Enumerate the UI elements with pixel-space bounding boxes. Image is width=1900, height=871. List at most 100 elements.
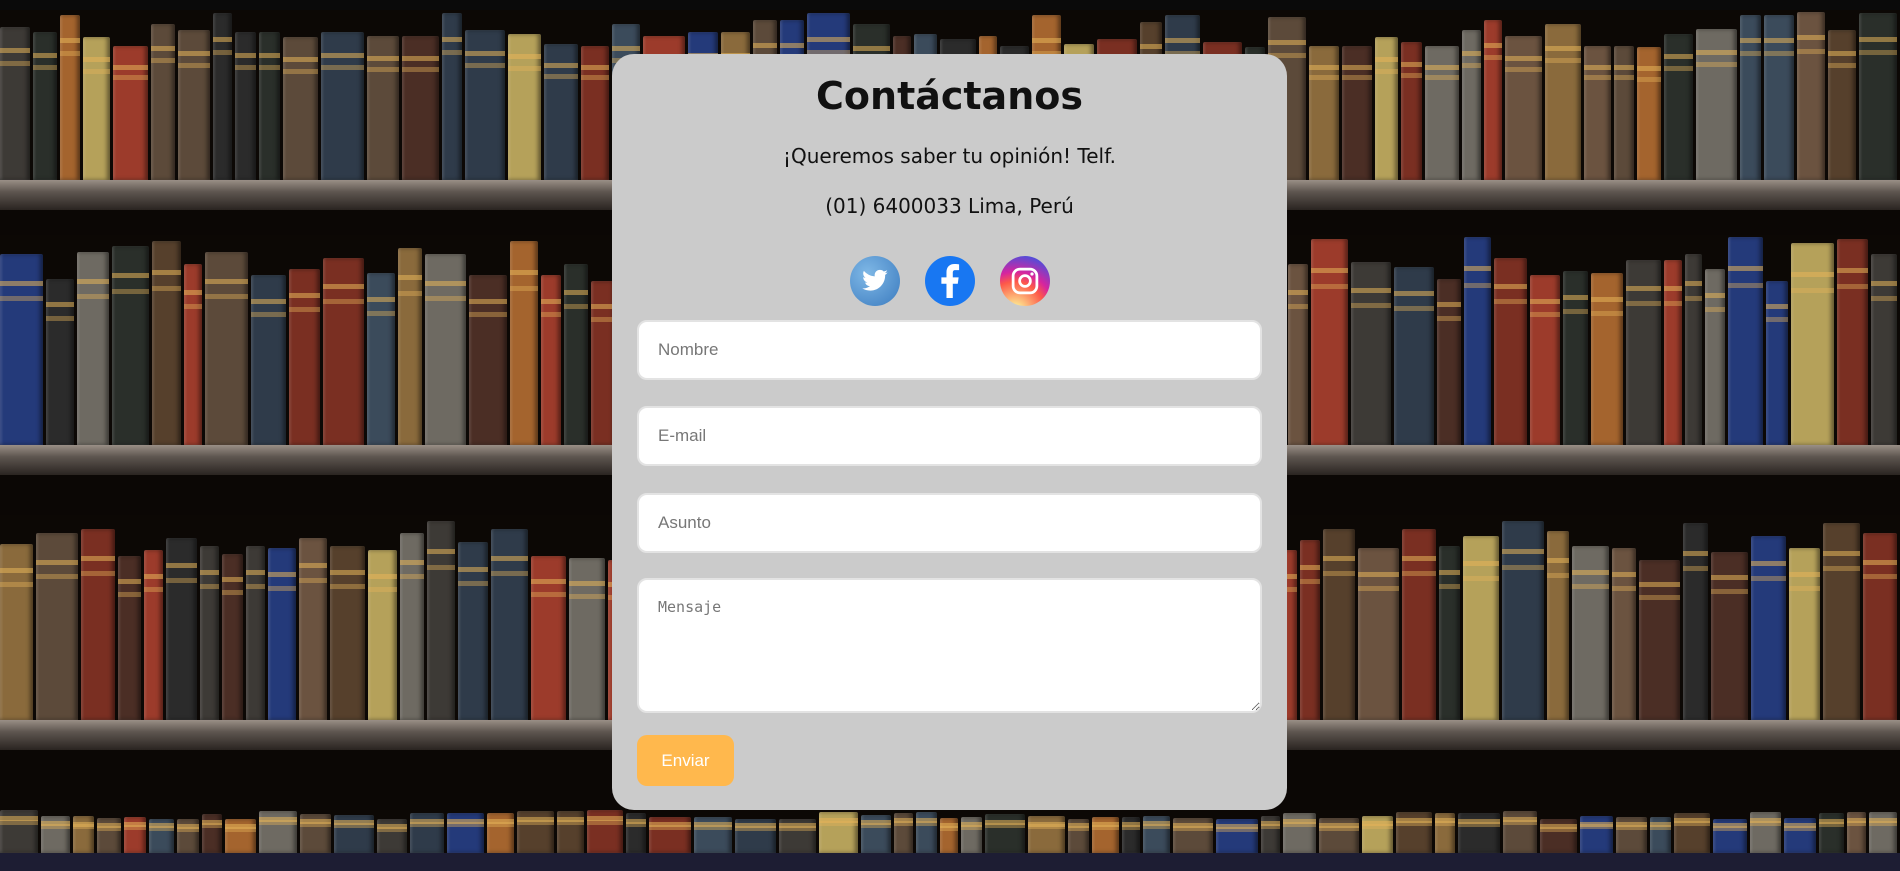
book-spine <box>530 556 567 720</box>
book-spine <box>1028 816 1065 853</box>
book-spine <box>398 247 422 445</box>
book-spine <box>1823 523 1860 720</box>
submit-button[interactable]: Enviar <box>637 735 734 786</box>
instagram-icon <box>1011 267 1038 295</box>
book-spine <box>59 15 80 180</box>
book-spine <box>1484 20 1503 180</box>
book-spine <box>212 13 232 180</box>
book-spine <box>400 533 424 720</box>
book-spine <box>144 549 164 720</box>
book-spine <box>117 556 142 720</box>
book-spine <box>1464 237 1491 445</box>
book-spine <box>1318 818 1360 853</box>
book-spine <box>1571 545 1610 720</box>
book-spine <box>1261 815 1280 853</box>
book-spine <box>1357 547 1399 720</box>
twitter-link[interactable] <box>849 256 900 306</box>
book-spine <box>940 817 958 853</box>
book-spine <box>1705 268 1726 445</box>
message-field[interactable] <box>637 578 1262 713</box>
contact-phone: (01) 6400033 Lima, Perú <box>825 194 1074 218</box>
book-spine <box>199 545 220 720</box>
book-spine <box>1580 816 1613 853</box>
book-spine <box>587 810 624 853</box>
book-spine <box>1763 15 1794 180</box>
book-spine <box>1828 30 1857 180</box>
book-spine <box>916 812 938 853</box>
book-spine <box>148 818 175 853</box>
book-spine <box>1505 35 1543 180</box>
book-spine <box>860 814 891 853</box>
book-spine <box>1437 279 1462 445</box>
book-spine <box>1172 817 1213 853</box>
subject-field[interactable] <box>637 493 1262 553</box>
book-spine <box>1790 243 1834 445</box>
book-spine <box>1684 253 1703 445</box>
book-spine <box>1461 30 1482 180</box>
book-spine <box>1300 539 1321 720</box>
name-field[interactable] <box>637 320 1262 380</box>
book-spine <box>1282 813 1316 853</box>
book-spine <box>0 543 34 720</box>
book-spine <box>424 253 466 445</box>
book-spine <box>1728 237 1764 445</box>
book-spine <box>626 813 646 853</box>
book-spine <box>0 27 30 180</box>
book-spine <box>1612 547 1636 720</box>
book-spine <box>1636 47 1662 180</box>
book-spine <box>1712 818 1748 853</box>
book-spine <box>333 814 375 853</box>
book-spine <box>893 812 914 853</box>
book-spine <box>367 549 398 720</box>
book-spine <box>112 245 149 445</box>
book-spine <box>960 816 982 853</box>
book-spine <box>1395 812 1433 853</box>
book-spine <box>1215 819 1259 853</box>
book-spine <box>322 258 365 445</box>
book-spine <box>1788 547 1821 720</box>
book-spine <box>1143 816 1170 853</box>
book-spine <box>1739 15 1761 180</box>
book-spine <box>222 553 243 720</box>
facebook-link[interactable] <box>924 256 975 306</box>
book-spine <box>556 811 585 853</box>
book-spine <box>1818 813 1844 853</box>
book-spine <box>1393 266 1435 445</box>
book-spine <box>45 279 75 445</box>
book-spine <box>819 812 858 853</box>
book-spine <box>1846 812 1867 853</box>
book-spine <box>1494 258 1527 445</box>
book-spine <box>1311 239 1349 445</box>
book-spine <box>1796 11 1826 180</box>
book-spine <box>1750 812 1782 853</box>
book-spine <box>288 268 320 445</box>
book-spine <box>401 35 440 180</box>
book-spine <box>0 810 38 853</box>
book-spine <box>410 813 444 853</box>
book-spine <box>984 814 1026 853</box>
book-spine <box>36 533 78 720</box>
book-spine <box>543 44 578 180</box>
book-spine <box>541 274 561 445</box>
book-spine <box>377 819 408 853</box>
book-spine <box>580 45 610 180</box>
book-spine <box>648 817 692 853</box>
book-spine <box>1859 13 1898 180</box>
book-spine <box>1750 535 1787 720</box>
book-spine <box>446 813 485 853</box>
book-spine <box>80 529 116 720</box>
book-spine <box>1784 817 1816 853</box>
book-spine <box>1375 37 1398 180</box>
book-spine <box>694 816 733 853</box>
book-spine <box>1696 28 1737 180</box>
book-spine <box>1439 545 1460 720</box>
book-spine <box>1766 281 1788 445</box>
book-spine <box>1529 274 1560 445</box>
book-spine <box>40 815 71 853</box>
instagram-link[interactable] <box>999 256 1050 306</box>
book-spine <box>258 810 298 853</box>
book-spine <box>97 818 121 853</box>
book-spine <box>569 558 606 720</box>
book-spine <box>1545 23 1581 180</box>
email-field[interactable] <box>637 406 1262 466</box>
